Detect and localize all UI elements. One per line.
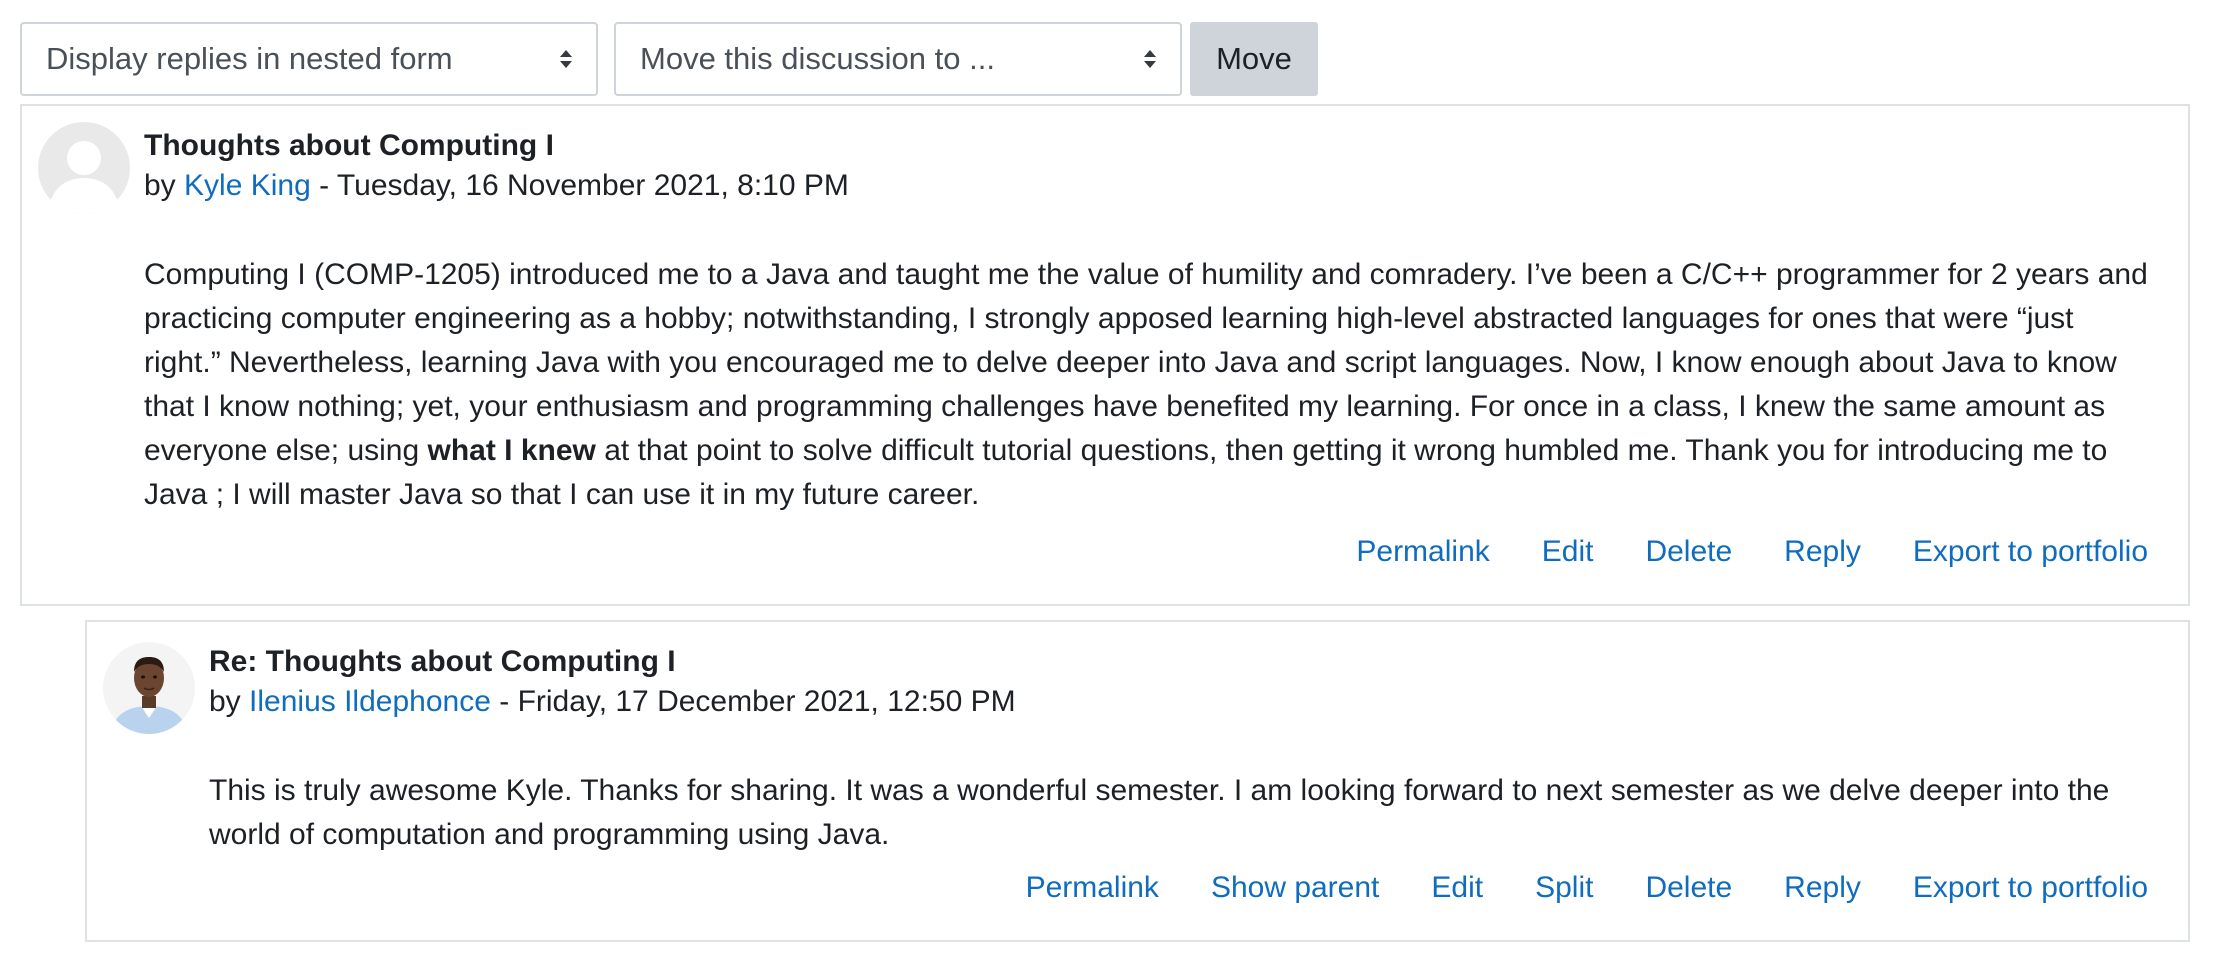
avatar[interactable] [38,122,130,214]
move-discussion-select[interactable]: Move this discussion to ... [614,22,1182,96]
show-parent-link[interactable]: Show parent [1211,868,1379,908]
default-user-icon [38,122,130,214]
post-commands: Permalink Edit Delete Reply Export to po… [1356,532,2148,572]
permalink-link[interactable]: Permalink [1356,532,1489,572]
forum-post: Thoughts about Computing I by Kyle King … [20,104,2190,606]
post-date: Tuesday, 16 November 2021, 8:10 PM [336,169,849,202]
post-content: Thoughts about Computing I by Kyle King … [144,126,2148,517]
by-prefix: by [209,685,241,718]
post-date: Friday, 17 December 2021, 12:50 PM [517,685,1016,718]
delete-link[interactable]: Delete [1645,532,1732,572]
post-message: This is truly awesome Kyle. Thanks for s… [209,774,2110,851]
byline-separator: - [499,685,510,718]
byline-separator: - [319,169,330,202]
post-subject: Re: Thoughts about Computing I [209,645,676,678]
message-bold-text: what I knew [427,434,596,467]
edit-link[interactable]: Edit [1542,532,1594,572]
split-link[interactable]: Split [1535,868,1593,908]
move-button[interactable]: Move [1190,22,1318,96]
display-mode-value: Display replies in nested form [46,41,453,76]
export-to-portfolio-link[interactable]: Export to portfolio [1913,868,2148,908]
delete-link[interactable]: Delete [1645,868,1732,908]
forum-reply-post: Re: Thoughts about Computing I by Ileniu… [85,620,2190,942]
avatar[interactable] [103,642,195,734]
select-arrows-icon [1144,50,1156,68]
permalink-link[interactable]: Permalink [1026,868,1159,908]
user-photo-icon [103,642,195,734]
post-message: Computing I (COMP-1205) introduced me to… [144,253,2148,517]
display-mode-select[interactable]: Display replies in nested form [20,22,598,96]
move-discussion-value: Move this discussion to ... [640,41,995,76]
reply-link[interactable]: Reply [1784,532,1861,572]
reply-link[interactable]: Reply [1784,868,1861,908]
post-commands: Permalink Show parent Edit Split Delete … [1026,868,2148,908]
post-subject: Thoughts about Computing I [144,129,554,162]
select-arrows-icon [560,50,572,68]
author-link[interactable]: Kyle King [184,169,311,202]
post-byline: by Ilenius Ildephonce - Friday, 17 Decem… [209,682,2148,722]
post-byline: by Kyle King - Tuesday, 16 November 2021… [144,166,2148,206]
edit-link[interactable]: Edit [1431,868,1483,908]
by-prefix: by [144,169,176,202]
author-link[interactable]: Ilenius Ildephonce [249,685,491,718]
post-content: Re: Thoughts about Computing I by Ileniu… [209,642,2148,857]
export-to-portfolio-link[interactable]: Export to portfolio [1913,532,2148,572]
